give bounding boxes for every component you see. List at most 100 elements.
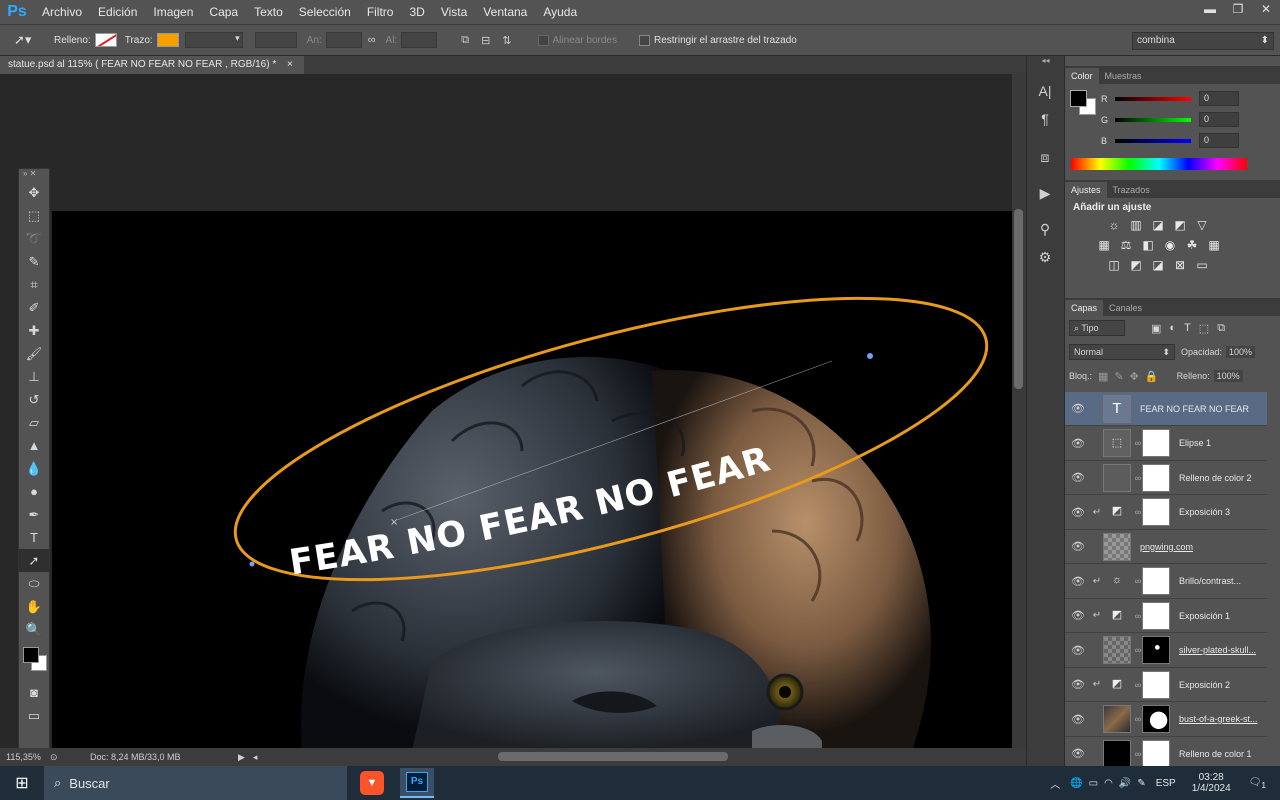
crop-tool-icon[interactable]: ⌗ (19, 273, 49, 296)
mask-link-icon[interactable]: ∞ (1134, 473, 1142, 483)
brush-presets-icon[interactable]: ⚲ (1027, 216, 1063, 242)
visibility-eye-icon[interactable]: 👁 (1065, 402, 1091, 415)
opacity-field[interactable]: 100% (1226, 346, 1256, 358)
green-slider[interactable] (1115, 117, 1191, 122)
layer-mask-thumbnail[interactable] (1142, 429, 1170, 457)
clone-stamp-tool-icon[interactable]: ⊥ (19, 365, 49, 388)
fill-field[interactable]: 100% (1213, 370, 1243, 382)
blue-value[interactable]: 0 (1199, 133, 1239, 148)
photoshop-taskbar-icon[interactable]: Ps (400, 768, 434, 798)
layer-row[interactable]: 👁 ↵ ◩ ∞ Exposición 2 (1065, 668, 1267, 702)
quick-mask-icon[interactable]: ◙ (19, 681, 49, 704)
screen-mode-icon[interactable]: ▭ (19, 704, 49, 727)
layer-mask-thumbnail[interactable] (1142, 463, 1170, 492)
color-spectrum[interactable] (1071, 158, 1247, 170)
zoom-tool-icon[interactable]: 🔍 (19, 618, 49, 641)
posterize-icon[interactable]: ◩ (1125, 255, 1147, 275)
visibility-eye-icon[interactable]: 👁 (1065, 713, 1091, 726)
move-tool-icon[interactable]: ✥ (19, 181, 49, 204)
notifications-icon[interactable]: 🗨1 (1249, 777, 1266, 790)
brightness-contrast-icon[interactable]: ☼ (1103, 215, 1125, 235)
color-balance-icon[interactable]: ⚖ (1115, 235, 1137, 255)
mask-link-icon[interactable]: ∞ (1134, 507, 1142, 517)
black-white-icon[interactable]: ◧ (1137, 235, 1159, 255)
hand-tool-icon[interactable]: ✋ (19, 595, 49, 618)
paint-bucket-tool-icon[interactable]: ▲ (19, 434, 49, 457)
red-value[interactable]: 0 (1199, 91, 1239, 106)
path-operations-icon[interactable]: ⧉ (461, 34, 469, 47)
layer-row[interactable]: 👁 ↵ ◩ ∞ Exposición 3 (1065, 495, 1267, 530)
layer-row[interactable]: 👁 ∞ Relleno de color 2 (1065, 461, 1267, 495)
levels-icon[interactable]: ▥ (1125, 215, 1147, 235)
mask-link-icon[interactable]: ∞ (1134, 680, 1142, 690)
pen-tool-icon[interactable]: ✒ (19, 503, 49, 526)
visibility-eye-icon[interactable]: 👁 (1065, 609, 1091, 622)
photo-filter-icon[interactable]: ◉ (1159, 235, 1181, 255)
layer-mask-thumbnail[interactable] (1142, 636, 1170, 664)
tab-adjustments[interactable]: Ajustes (1065, 182, 1107, 198)
blur-tool-icon[interactable]: 💧 (19, 457, 49, 480)
clock[interactable]: 03:28 1/4/2024 (1192, 772, 1231, 794)
vertical-scrollbar[interactable] (1012, 74, 1026, 748)
quick-selection-tool-icon[interactable]: ✎ (19, 250, 49, 273)
mask-link-icon[interactable]: ∞ (1134, 438, 1142, 448)
path-arrangement-icon[interactable]: ⇅ (502, 34, 511, 47)
close-button[interactable]: ✕ (1252, 0, 1280, 20)
taskbar-search[interactable]: ⌕ Buscar (44, 766, 347, 800)
constrain-path-checkbox[interactable] (638, 34, 650, 46)
layer-row[interactable]: 👁 ∞ silver-plated-skull... (1065, 633, 1267, 668)
ellipse-tool-icon[interactable]: ⬭ (19, 572, 49, 595)
visibility-eye-icon[interactable]: 👁 (1065, 437, 1091, 450)
layer-mask-thumbnail[interactable] (1142, 705, 1170, 733)
menu-texto[interactable]: Texto (246, 0, 291, 24)
layer-mask-thumbnail[interactable] (1142, 498, 1170, 526)
filter-pixel-icon[interactable]: ▣ (1151, 322, 1161, 335)
menu-filtro[interactable]: Filtro (359, 0, 402, 24)
volume-icon[interactable]: 🔊 (1119, 778, 1131, 789)
filter-type-icon[interactable]: T (1184, 322, 1191, 334)
history-panel-icon[interactable]: ⧈ (1027, 144, 1063, 170)
pen-icon[interactable]: ✎ (1137, 778, 1145, 789)
scroll-left-icon[interactable]: ◂ (253, 752, 258, 763)
healing-brush-tool-icon[interactable]: ✚ (19, 319, 49, 342)
zoom-level[interactable]: 115,35% (6, 752, 50, 762)
path-selection-tool-preset-icon[interactable]: ➚▾ (14, 32, 50, 48)
type-tool-icon[interactable]: T (19, 526, 49, 549)
vertical-scrollbar-thumb[interactable] (1014, 209, 1023, 389)
tab-swatches[interactable]: Muestras (1099, 68, 1148, 84)
layer-thumbnail[interactable] (1103, 705, 1131, 733)
layer-thumbnail[interactable] (1103, 636, 1131, 664)
eyedropper-tool-icon[interactable]: ✐ (19, 296, 49, 319)
height-field[interactable] (401, 32, 438, 48)
menu-ventana[interactable]: Ventana (475, 0, 535, 24)
stroke-type-select[interactable] (254, 32, 297, 48)
path-selection-tool-icon[interactable]: ➚ (19, 549, 49, 572)
color-fg-swatch[interactable] (1070, 90, 1087, 107)
layer-mask-thumbnail[interactable] (1142, 739, 1170, 768)
mask-link-icon[interactable]: ∞ (1134, 576, 1142, 586)
path-mode-select[interactable]: combina ⬍ (1132, 32, 1274, 50)
document-canvas[interactable]: × FEAR NO FEAR NO FEAR (52, 211, 1012, 748)
tool-presets-icon[interactable]: ⚙ (1027, 244, 1063, 270)
layer-thumbnail[interactable]: ◩ (1103, 601, 1131, 630)
layer-mask-thumbnail[interactable] (1142, 567, 1170, 595)
layer-row[interactable]: 👁 ⬚ ∞ Elipse 1 (1065, 426, 1267, 461)
red-slider[interactable] (1115, 96, 1191, 101)
hue-saturation-icon[interactable]: ▦ (1093, 235, 1115, 255)
stroke-swatch[interactable] (156, 33, 179, 47)
paragraph-panel-icon[interactable]: ¶ (1027, 106, 1063, 132)
layer-row[interactable]: 👁 pngwing.com (1065, 530, 1267, 564)
status-arrow-icon[interactable]: ▶ (238, 752, 245, 763)
stroke-width-field[interactable]: ▾ (184, 32, 243, 48)
layer-row[interactable]: 👁 T FEAR NO FEAR NO FEAR (1065, 392, 1267, 426)
tab-layers[interactable]: Capas (1065, 300, 1104, 316)
tab-close-icon[interactable]: × (287, 59, 293, 70)
layer-mask-thumbnail[interactable] (1142, 601, 1170, 630)
foreground-color-swatch[interactable] (23, 647, 39, 663)
eraser-tool-icon[interactable]: ▱ (19, 411, 49, 434)
windows-start-icon[interactable]: ⊞ (0, 773, 44, 793)
brave-browser-icon[interactable]: ▼ (360, 771, 384, 795)
path-alignment-icon[interactable]: ⊟ (481, 34, 490, 47)
history-brush-tool-icon[interactable]: ↺ (19, 388, 49, 411)
mask-link-icon[interactable]: ∞ (1134, 714, 1142, 724)
